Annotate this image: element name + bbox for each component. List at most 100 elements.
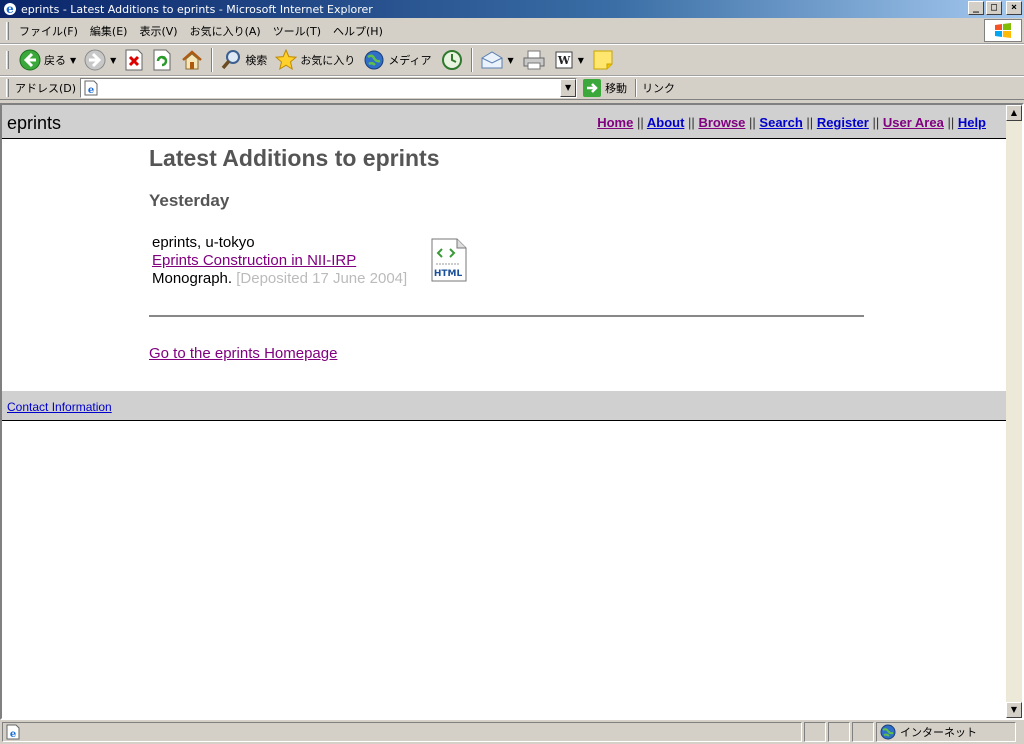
forward-button[interactable]: ▼ [80, 46, 120, 74]
menu-tools[interactable]: ツール(T) [269, 23, 329, 39]
nav-separator: || [947, 115, 955, 130]
menu-favorites[interactable]: お気に入り(A) [186, 23, 269, 39]
vertical-scrollbar[interactable]: ▲ ▼ [1006, 105, 1022, 718]
nav-user-area-link[interactable]: User Area [883, 115, 944, 130]
nav-help-link[interactable]: Help [958, 115, 986, 130]
eprints-homepage-link[interactable]: Go to the eprints Homepage [149, 345, 337, 362]
menu-grip[interactable] [6, 21, 9, 40]
nav-separator: || [636, 115, 644, 130]
back-button[interactable]: 戻る ▼ [15, 46, 80, 74]
window-title: eprints - Latest Additions to eprints - … [21, 2, 373, 16]
status-cell [852, 722, 874, 742]
go-arrow-icon [583, 79, 602, 97]
toolbar-separator [470, 48, 473, 72]
nav-separator: || [749, 115, 756, 130]
ie-icon: e [4, 2, 16, 16]
go-button[interactable]: 移動 [583, 79, 627, 97]
search-label: 検索 [245, 54, 268, 67]
edit-button[interactable]: W ▼ [550, 46, 588, 74]
nav-browse-link[interactable]: Browse [698, 115, 745, 130]
toolbar-separator [211, 48, 214, 72]
title-bar: e eprints - Latest Additions to eprints … [0, 0, 1024, 18]
search-button[interactable]: 検索 [216, 46, 271, 74]
svg-text:W: W [557, 54, 571, 67]
back-arrow-icon [19, 49, 41, 71]
go-label: 移動 [605, 82, 628, 95]
menu-help[interactable]: ヘルプ(H) [329, 23, 391, 39]
menu-file[interactable]: ファイル(F) [15, 23, 86, 39]
edit-dropdown-icon[interactable]: ▼ [578, 56, 584, 65]
mail-dropdown-icon[interactable]: ▼ [508, 56, 514, 65]
page-icon: e [84, 80, 98, 96]
media-globe-icon [364, 50, 384, 70]
web-page: eprints Home || About || Browse || Searc… [2, 105, 1006, 718]
nav-about-link[interactable]: About [647, 115, 685, 130]
scroll-down-button[interactable]: ▼ [1006, 702, 1022, 718]
svg-text:e: e [6, 2, 14, 16]
address-input[interactable]: e ▼ [80, 78, 578, 98]
back-dropdown-icon[interactable]: ▼ [70, 56, 76, 65]
stop-button[interactable] [120, 46, 148, 74]
minimize-button[interactable]: _ [968, 1, 984, 15]
entry-type: Monograph. [152, 270, 233, 287]
favorites-button[interactable]: お気に入り [271, 46, 359, 74]
site-header: eprints Home || About || Browse || Searc… [2, 105, 1006, 139]
entry-authors: eprints, u-tokyo [152, 234, 255, 251]
address-dropdown-icon[interactable]: ▼ [560, 79, 577, 97]
address-label: アドレス(D) [15, 82, 77, 95]
address-bar: アドレス(D) e ▼ 移動 リンク [0, 76, 1024, 100]
internet-globe-icon [880, 724, 896, 740]
address-separator [635, 79, 638, 97]
html-icon-label: HTML [434, 269, 463, 279]
search-icon [221, 50, 241, 70]
list-item: eprints, u-tokyo Eprints Construction in… [152, 234, 407, 288]
history-icon [441, 50, 462, 70]
favorites-label: お気に入り [300, 54, 356, 67]
word-edit-icon: W [555, 51, 573, 69]
media-label: メディア [388, 54, 432, 67]
status-text-area: e [2, 722, 802, 742]
status-cell [828, 722, 850, 742]
nav-separator: || [688, 115, 695, 130]
site-footer: Contact Information [2, 391, 1006, 421]
maximize-button[interactable]: □ [986, 1, 1002, 15]
html-document-icon[interactable]: HTML [430, 238, 468, 282]
contact-information-link[interactable]: Contact Information [7, 400, 112, 414]
media-button[interactable]: メディア [359, 46, 435, 74]
close-button[interactable]: × [1006, 1, 1022, 15]
forward-arrow-icon [84, 49, 106, 71]
back-label: 戻る [44, 54, 66, 67]
refresh-button[interactable] [148, 46, 176, 74]
windows-flag-icon [995, 22, 1011, 38]
status-cell [804, 722, 826, 742]
nav-separator: || [806, 115, 814, 130]
toolbar-grip[interactable] [6, 51, 9, 69]
mail-button[interactable]: ▼ [476, 46, 518, 74]
standard-toolbar: 戻る ▼ ▼ 検索 お気に入り メディア ▼ W ▼ [0, 44, 1024, 76]
stop-icon [125, 49, 143, 71]
history-button[interactable] [436, 46, 468, 74]
links-label[interactable]: リンク [642, 80, 675, 96]
nav-home-link[interactable]: Home [597, 115, 633, 130]
forward-dropdown-icon[interactable]: ▼ [110, 56, 116, 65]
note-icon [593, 50, 613, 70]
svg-text:e: e [88, 85, 94, 96]
zone-label: インターネット [900, 726, 977, 739]
entry-title-link[interactable]: Eprints Construction in NII-IRP [152, 252, 356, 269]
nav-register-link[interactable]: Register [817, 115, 869, 130]
scroll-up-button[interactable]: ▲ [1006, 105, 1022, 121]
mail-icon [481, 51, 503, 69]
security-zone[interactable]: インターネット [876, 722, 1016, 742]
page-status-icon: e [6, 724, 20, 740]
discuss-button[interactable] [588, 46, 618, 74]
svg-text:e: e [10, 729, 16, 740]
menu-view[interactable]: 表示(V) [135, 23, 185, 39]
menu-edit[interactable]: 編集(E) [86, 23, 136, 39]
printer-icon [523, 50, 545, 70]
print-button[interactable] [518, 46, 550, 74]
home-button[interactable] [176, 46, 208, 74]
nav-search-link[interactable]: Search [759, 115, 802, 130]
windows-logo [984, 19, 1022, 42]
address-grip[interactable] [6, 79, 9, 97]
entry-deposited-date: [Deposited 17 June 2004] [236, 270, 408, 287]
